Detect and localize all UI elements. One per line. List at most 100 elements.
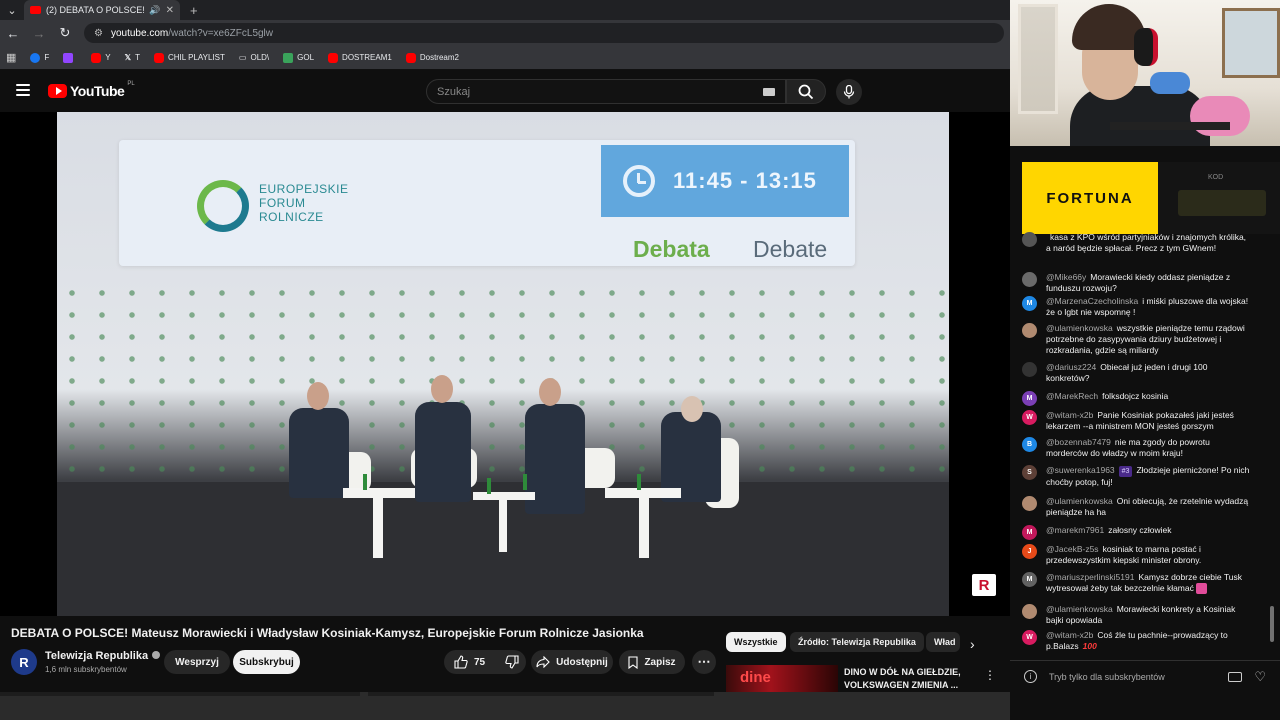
chat-avatar[interactable]: J bbox=[1022, 544, 1037, 559]
recommendation-title[interactable]: DINO W DÓŁ NA GIEŁDZIE, VOLKSWAGEN ZMIEN… bbox=[844, 666, 974, 692]
chat-message-body: @marekm7961 załosny człowiek bbox=[1046, 525, 1252, 540]
forward-button[interactable]: → bbox=[32, 26, 46, 41]
chat-view-icon[interactable] bbox=[1228, 671, 1243, 682]
browser-tab[interactable]: (2) DEBATA O POLSCE! Mat 🔊 ✕ bbox=[24, 0, 180, 20]
chat-mode-notice: Tryb tylko dla subskrybentów bbox=[1049, 671, 1165, 682]
close-tab-icon[interactable]: ✕ bbox=[166, 5, 174, 16]
screen: ⌄ (2) DEBATA O POLSCE! Mat 🔊 ✕ + ← → ↻ ⚙… bbox=[0, 0, 1280, 720]
apps-grid-icon[interactable]: ▦ bbox=[6, 51, 16, 64]
url-bar[interactable]: ⚙ youtube.com/watch?v=xe6ZFcL5glw bbox=[84, 23, 1004, 43]
dislike-button[interactable] bbox=[495, 650, 529, 674]
like-button[interactable]: 75 bbox=[444, 650, 495, 674]
chat-avatar[interactable]: W bbox=[1022, 630, 1037, 645]
recommendation-thumbnail[interactable]: dine bbox=[726, 665, 838, 695]
video-frame: EUROPEJSKIE FORUM ROLNICZE 11:45 - 13:15… bbox=[57, 112, 949, 616]
chevron-right-icon[interactable]: › bbox=[970, 636, 975, 652]
chat-author[interactable]: @marekm7961 bbox=[1046, 525, 1104, 535]
chat-author[interactable]: @witam-x2b bbox=[1046, 630, 1093, 640]
chat-author[interactable]: @bozennab7479 bbox=[1046, 437, 1111, 447]
chat-author[interactable]: @MarzenaCzecholinska bbox=[1046, 296, 1138, 306]
share-button[interactable]: Udostępnij bbox=[531, 650, 613, 674]
chat-message-body: @witam-x2b Panie Kosiniak pokazałeś jaki … bbox=[1046, 410, 1252, 432]
chat-author[interactable]: @ulamienkowska bbox=[1046, 604, 1113, 614]
bookmark-gol[interactable]: GOL bbox=[283, 52, 314, 63]
panelist bbox=[289, 408, 349, 498]
chat-avatar[interactable] bbox=[1022, 496, 1037, 511]
chat-avatar[interactable]: S bbox=[1022, 465, 1037, 480]
bookmark-chil-playlist[interactable]: CHIL PLAYLIST bbox=[153, 52, 225, 63]
bookmark-youtube[interactable]: Y bbox=[91, 52, 111, 63]
chat-scrollbar[interactable] bbox=[1270, 606, 1274, 642]
site-info-icon[interactable]: ⚙ bbox=[94, 28, 103, 39]
chat-author[interactable]: @Mike66y bbox=[1046, 272, 1086, 282]
voice-search-button[interactable] bbox=[836, 79, 862, 105]
webcam-overlay bbox=[1010, 0, 1280, 146]
chat-avatar[interactable] bbox=[1022, 232, 1037, 247]
panelist-head bbox=[681, 396, 703, 422]
chat-message-body: @Mike66y Morawiecki kiedy oddasz pieniądz… bbox=[1046, 272, 1252, 294]
search-placeholder: Szukaj bbox=[437, 85, 471, 98]
bookmark-label: DOSTREAM1 bbox=[342, 53, 392, 62]
video-player[interactable]: EUROPEJSKIE FORUM ROLNICZE 11:45 - 13:15… bbox=[0, 112, 1010, 616]
youtube-icon bbox=[91, 52, 102, 63]
back-button[interactable]: ← bbox=[6, 26, 20, 41]
search-button[interactable] bbox=[786, 79, 826, 104]
keyboard-icon[interactable] bbox=[763, 88, 775, 96]
chat-avatar[interactable]: M bbox=[1022, 391, 1037, 406]
save-button[interactable]: Zapisz bbox=[619, 650, 685, 674]
chat-author[interactable]: @JacekB-z5s bbox=[1046, 544, 1099, 554]
channel-name[interactable]: Telewizja Republika bbox=[45, 650, 161, 662]
search-input[interactable]: Szukaj bbox=[426, 79, 786, 104]
address-toolbar: ← → ↻ ⚙ youtube.com/watch?v=xe6ZFcL5glw bbox=[0, 20, 1010, 46]
heart-icon[interactable]: ♡ bbox=[1254, 669, 1266, 685]
speaker-icon[interactable]: 🔊 bbox=[149, 5, 160, 16]
channel-avatar[interactable]: R bbox=[11, 649, 37, 675]
chat-message-body: @ulamienkowska Oni obiecują, że rzetelnie… bbox=[1046, 496, 1252, 518]
chip-more[interactable]: Wład bbox=[926, 632, 960, 652]
bookmark-dostream1[interactable]: DOSTREAM1 bbox=[328, 52, 392, 63]
chat-message-body: kasa z KPO wśród partyjniaków i znajomyc… bbox=[1046, 232, 1252, 254]
chat-avatar[interactable]: M bbox=[1022, 572, 1037, 587]
reload-button[interactable]: ↻ bbox=[58, 25, 72, 41]
chat-avatar[interactable] bbox=[1022, 323, 1037, 338]
support-button[interactable]: Wesprzyj bbox=[164, 650, 230, 674]
emoji-icon bbox=[1195, 583, 1207, 595]
chat-author[interactable]: @MarekRech bbox=[1046, 391, 1098, 401]
chat-author[interactable]: @ulamienkowska bbox=[1046, 323, 1113, 333]
bookmark-folder-old[interactable]: ▭ OLD\ bbox=[239, 53, 269, 62]
subscribe-button[interactable]: Subskrybuj bbox=[233, 650, 300, 674]
youtube-icon bbox=[153, 52, 164, 63]
url-path: /watch?v=xe6ZFcL5glw bbox=[168, 27, 274, 39]
bookmark-facebook[interactable]: F bbox=[30, 52, 49, 63]
chip-source-channel[interactable]: Źródło: Telewizja Republika bbox=[790, 632, 924, 652]
more-actions-button[interactable]: ⋯ bbox=[692, 650, 716, 674]
chat-avatar[interactable]: M bbox=[1022, 296, 1037, 311]
chat-author[interactable]: @mariuszperlinski5191 bbox=[1046, 572, 1134, 582]
hundred-emoji-icon: 100 bbox=[1082, 641, 1097, 651]
chat-avatar[interactable]: W bbox=[1022, 410, 1037, 425]
chat-author[interactable]: @ulamienkowska bbox=[1046, 496, 1113, 506]
menu-icon[interactable] bbox=[16, 84, 30, 96]
tab-search-button[interactable]: ⌄ bbox=[0, 0, 24, 20]
chat-author[interactable]: @dariusz224 bbox=[1046, 362, 1096, 372]
new-tab-button[interactable]: + bbox=[190, 3, 198, 18]
chat-author[interactable]: @suwerenka1963 bbox=[1046, 465, 1115, 475]
chat-avatar[interactable] bbox=[1022, 272, 1037, 287]
chat-avatar[interactable] bbox=[1022, 604, 1037, 619]
chat-avatar[interactable]: B bbox=[1022, 437, 1037, 452]
bookmark-dostream2[interactable]: Dostream2 bbox=[405, 52, 459, 63]
video-title: DEBATA O POLSCE! Mateusz Morawiecki i Wł… bbox=[11, 626, 644, 640]
bookmark-twitch[interactable] bbox=[63, 52, 77, 63]
chat-author[interactable]: @witam-x2b bbox=[1046, 410, 1093, 420]
recommendation-menu-icon[interactable]: ⋮ bbox=[984, 668, 996, 682]
info-icon[interactable]: i bbox=[1024, 670, 1037, 683]
bookmark-x[interactable]: 𝕏T bbox=[125, 53, 140, 62]
panelist-head bbox=[307, 382, 329, 410]
chip-all[interactable]: Wszystkie bbox=[726, 632, 786, 652]
chat-avatar[interactable] bbox=[1022, 362, 1037, 377]
chat-message: B @bozennab7479 nie ma zgody do powrotu mo… bbox=[1022, 437, 1252, 459]
plush-toy bbox=[1190, 96, 1250, 136]
chat-message: @Mike66y Morawiecki kiedy oddasz pieniądz… bbox=[1022, 272, 1252, 294]
youtube-logo[interactable]: YouTube PL bbox=[48, 81, 135, 99]
chat-avatar[interactable]: M bbox=[1022, 525, 1037, 540]
